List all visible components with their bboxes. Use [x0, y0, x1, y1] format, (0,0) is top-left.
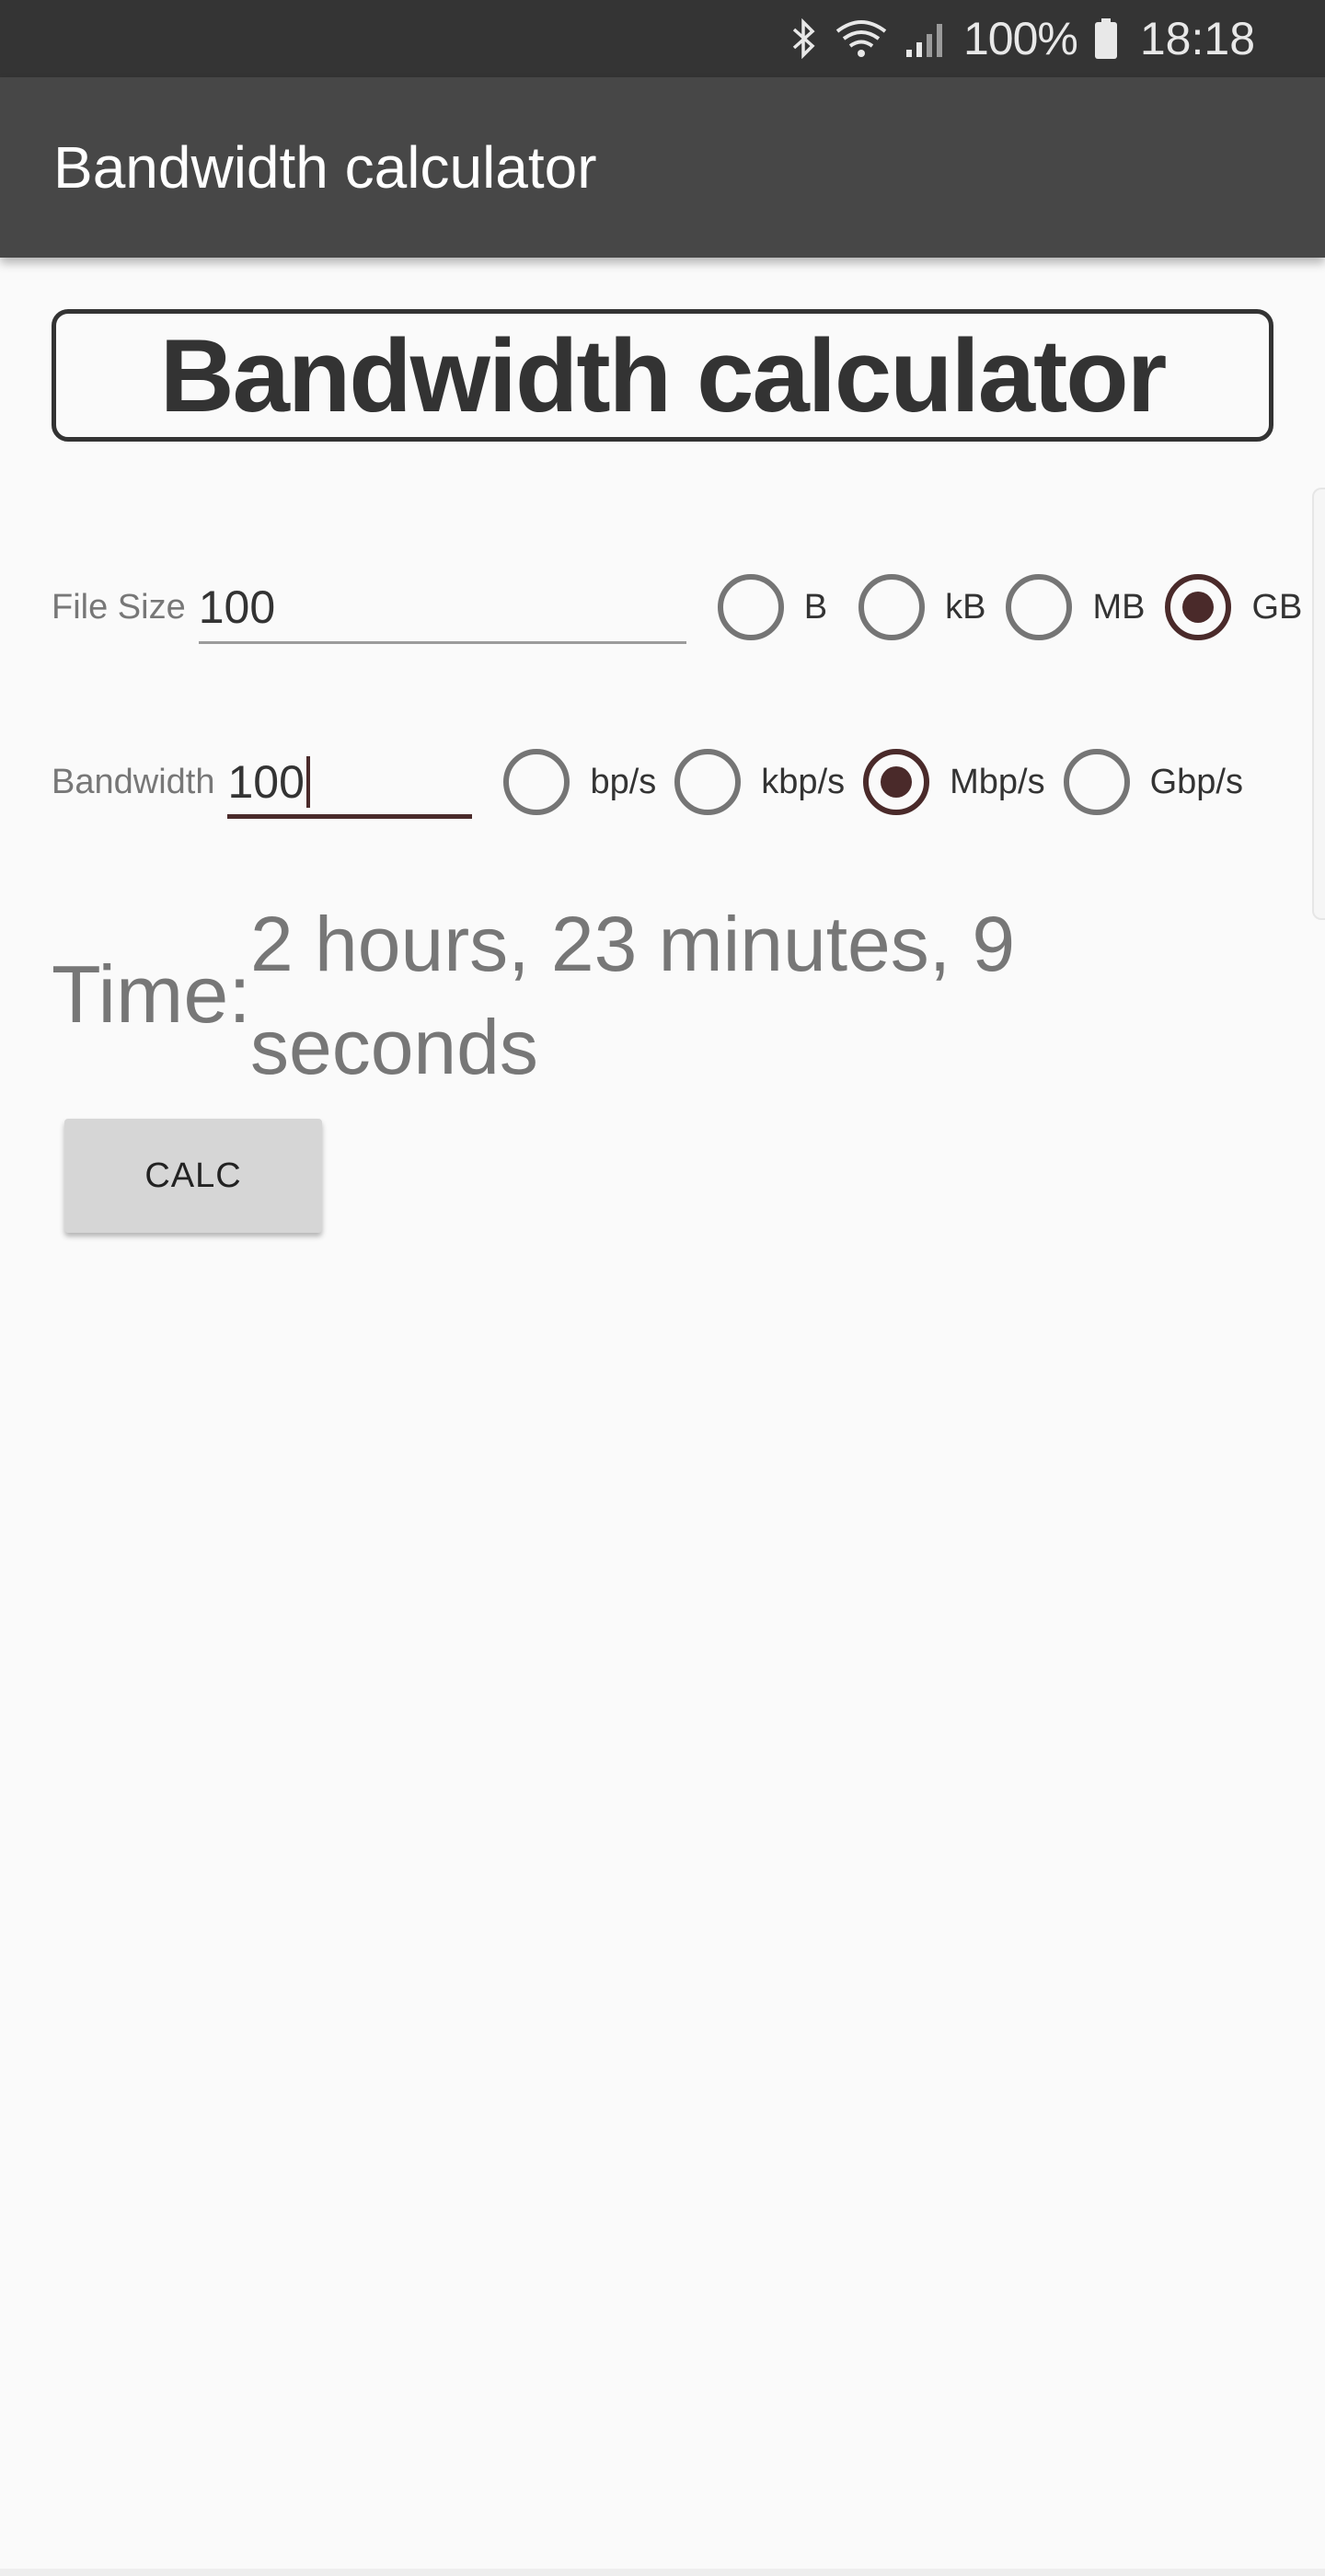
scroll-edge-indicator — [1312, 488, 1325, 920]
bluetooth-icon — [790, 18, 818, 59]
radio-label: kbp/s — [761, 762, 846, 801]
radio-circle — [717, 574, 784, 640]
status-bar: 100% 18:18 — [0, 0, 1325, 77]
radio-label: Gbp/s — [1149, 762, 1243, 801]
file-size-units: B kB MB GB — [717, 574, 1302, 640]
radio-unit-kbps[interactable]: kbp/s — [674, 749, 845, 815]
radio-circle — [503, 749, 570, 815]
radio-label: kB — [945, 587, 986, 627]
radio-circle — [858, 574, 926, 640]
bandwidth-input[interactable]: 100 — [227, 745, 473, 819]
bandwidth-label: Bandwidth — [52, 762, 215, 801]
radio-circle — [1063, 749, 1130, 815]
file-size-input[interactable]: 100 — [198, 570, 686, 644]
radio-unit-kb[interactable]: kB — [858, 574, 985, 640]
app-bar: Bandwidth calculator — [0, 77, 1325, 258]
file-size-value: 100 — [198, 581, 276, 633]
calc-button[interactable]: CALC — [64, 1119, 322, 1233]
radio-circle — [1006, 574, 1073, 640]
signal-icon — [904, 18, 947, 59]
radio-circle-checked — [863, 749, 930, 815]
radio-label: B — [803, 587, 828, 627]
radio-unit-gb[interactable]: GB — [1165, 574, 1302, 640]
file-size-row: File Size 100 B kB MB GB — [52, 561, 1302, 653]
bandwidth-value: 100 — [227, 756, 305, 808]
time-result: 2 hours, 23 minutes, 9 seconds — [250, 901, 1016, 1090]
text-caret — [305, 756, 310, 808]
file-size-underline — [198, 641, 686, 644]
radio-label: GB — [1251, 587, 1303, 627]
battery-percent: 100% — [962, 13, 1078, 64]
radio-unit-b[interactable]: B — [717, 574, 828, 640]
bandwidth-units: bp/s kbp/s Mbp/s Gbp/s — [503, 749, 1243, 815]
wifi-icon — [835, 18, 888, 59]
radio-label: bp/s — [590, 762, 657, 801]
bottom-edge — [0, 2569, 1325, 2576]
bandwidth-underline — [227, 814, 473, 819]
radio-unit-mbps[interactable]: Mbp/s — [863, 749, 1045, 815]
radio-unit-mb[interactable]: MB — [1006, 574, 1145, 640]
file-size-label: File Size — [52, 587, 186, 627]
radio-label: Mbp/s — [950, 762, 1045, 801]
page-title: Bandwidth calculator — [52, 309, 1273, 442]
clock: 18:18 — [1139, 13, 1255, 64]
radio-label: MB — [1092, 587, 1146, 627]
bandwidth-row: Bandwidth 100 bp/s kbp/s Mbp/s Gbp/s — [52, 736, 1243, 828]
radio-unit-bps[interactable]: bp/s — [503, 749, 656, 815]
radio-circle-checked — [1165, 574, 1232, 640]
battery-icon — [1094, 17, 1118, 60]
radio-circle — [674, 749, 742, 815]
radio-unit-gbps[interactable]: Gbp/s — [1063, 749, 1243, 815]
app-bar-title: Bandwidth calculator — [53, 134, 597, 201]
time-label: Time: — [52, 949, 251, 1040]
